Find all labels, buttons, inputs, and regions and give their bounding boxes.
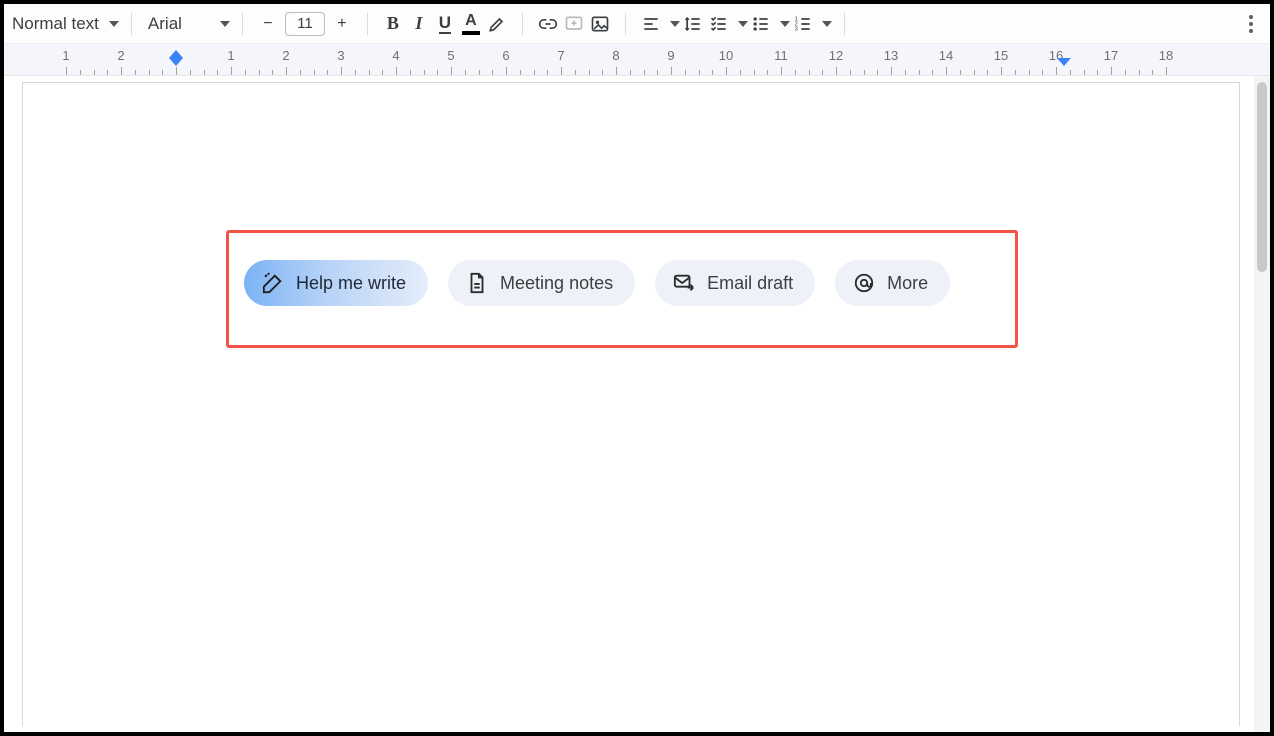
ruler-number: 7 [557, 48, 564, 63]
ruler-number: 8 [612, 48, 619, 63]
chip-email-draft[interactable]: Email draft [655, 260, 815, 306]
ruler-number: 15 [994, 48, 1008, 63]
chevron-down-icon [220, 21, 230, 27]
ruler-number: 12 [829, 48, 843, 63]
checklist-button[interactable] [706, 11, 732, 37]
add-comment-button[interactable] [561, 11, 587, 37]
font-family-dropdown[interactable]: Arial [140, 4, 234, 43]
plus-icon: + [337, 15, 346, 33]
chevron-down-icon [670, 21, 680, 27]
align-dropdown[interactable] [638, 11, 664, 37]
ruler-number: 17 [1104, 48, 1118, 63]
insert-group [531, 4, 617, 43]
italic-button[interactable]: I [406, 11, 432, 37]
numbered-list-icon: 123 [793, 14, 813, 34]
document-scroll-area: Help me write Meeting notes Email draft Mor… [4, 76, 1270, 732]
chip-meeting-notes[interactable]: Meeting notes [448, 260, 635, 306]
suggestion-chip-row: Help me write Meeting notes Email draft Mor… [244, 260, 950, 306]
text-color-letter: A [465, 13, 477, 29]
toolbar-separator [522, 13, 523, 35]
document-icon [466, 272, 488, 294]
vertical-scrollbar[interactable] [1254, 76, 1270, 732]
ruler-number: 18 [1159, 48, 1173, 63]
bulleted-list-button[interactable] [748, 11, 774, 37]
font-size-group: − 11 + [251, 4, 359, 43]
ruler-number: 4 [392, 48, 399, 63]
ruler-number: 1 [227, 48, 234, 63]
toolbar-separator [367, 13, 368, 35]
highlighter-icon [487, 14, 507, 34]
chip-label: Email draft [707, 273, 793, 294]
comment-plus-icon [564, 14, 584, 34]
at-sign-icon [853, 272, 875, 294]
insert-link-button[interactable] [535, 11, 561, 37]
scrollbar-thumb[interactable] [1257, 82, 1267, 272]
magic-pen-icon [262, 272, 284, 294]
bold-icon: B [387, 13, 399, 34]
horizontal-ruler[interactable]: 21123456789101112131415161718 [4, 44, 1270, 76]
chip-more[interactable]: More [835, 260, 950, 306]
ruler-number: 11 [774, 48, 788, 63]
ruler-number: 10 [719, 48, 733, 63]
paragraph-style-label: Normal text [8, 14, 103, 34]
chevron-down-icon [109, 21, 119, 27]
toolbar-separator [242, 13, 243, 35]
chip-label: Help me write [296, 273, 406, 294]
line-spacing-button[interactable] [680, 11, 706, 37]
font-family-label: Arial [144, 14, 214, 34]
toolbar-separator [131, 13, 132, 35]
font-size-input[interactable]: 11 [285, 12, 325, 36]
text-color-button[interactable]: A [458, 11, 484, 37]
ruler-number: 5 [447, 48, 454, 63]
font-size-increase-button[interactable]: + [329, 11, 355, 37]
ruler-number: 2 [117, 48, 124, 63]
ruler-number: 2 [282, 48, 289, 63]
highlight-color-button[interactable] [484, 11, 510, 37]
paragraph-group: 123 [634, 4, 836, 43]
paragraph-style-dropdown[interactable]: Normal text [4, 4, 123, 43]
chip-help-me-write[interactable]: Help me write [244, 260, 428, 306]
more-vertical-icon [1248, 14, 1254, 34]
numbered-list-button[interactable]: 123 [790, 11, 816, 37]
ruler-number: 14 [939, 48, 953, 63]
font-size-value: 11 [297, 15, 313, 32]
toolbar-separator [625, 13, 626, 35]
ruler-number: 1 [62, 48, 69, 63]
line-spacing-icon [683, 14, 703, 34]
toolbar: Normal text Arial − 11 + B I [4, 4, 1270, 44]
chevron-down-icon [738, 21, 748, 27]
app-frame: Normal text Arial − 11 + B I [0, 0, 1274, 736]
ruler-number: 6 [502, 48, 509, 63]
chevron-down-icon [780, 21, 790, 27]
underline-icon: U [439, 14, 451, 34]
mail-send-icon [673, 272, 695, 294]
insert-image-button[interactable] [587, 11, 613, 37]
bulleted-list-icon [751, 14, 771, 34]
ruler-number: 3 [337, 48, 344, 63]
bold-button[interactable]: B [380, 11, 406, 37]
text-color-swatch [462, 31, 480, 35]
italic-icon: I [415, 13, 422, 34]
link-icon [538, 14, 558, 34]
chip-label: Meeting notes [500, 273, 613, 294]
more-toolbar-button[interactable] [1238, 11, 1264, 37]
image-icon [590, 14, 610, 34]
ruler-number: 9 [667, 48, 674, 63]
align-left-icon [641, 14, 661, 34]
toolbar-separator [844, 13, 845, 35]
chevron-down-icon [822, 21, 832, 27]
minus-icon: − [263, 15, 272, 33]
font-size-decrease-button[interactable]: − [255, 11, 281, 37]
svg-text:3: 3 [795, 26, 798, 32]
underline-button[interactable]: U [432, 11, 458, 37]
ruler-number: 13 [884, 48, 898, 63]
checklist-icon [709, 14, 729, 34]
text-color-icon: A [462, 13, 480, 35]
chip-label: More [887, 273, 928, 294]
document-page[interactable] [22, 82, 1240, 726]
text-format-group: B I U A [376, 4, 514, 43]
